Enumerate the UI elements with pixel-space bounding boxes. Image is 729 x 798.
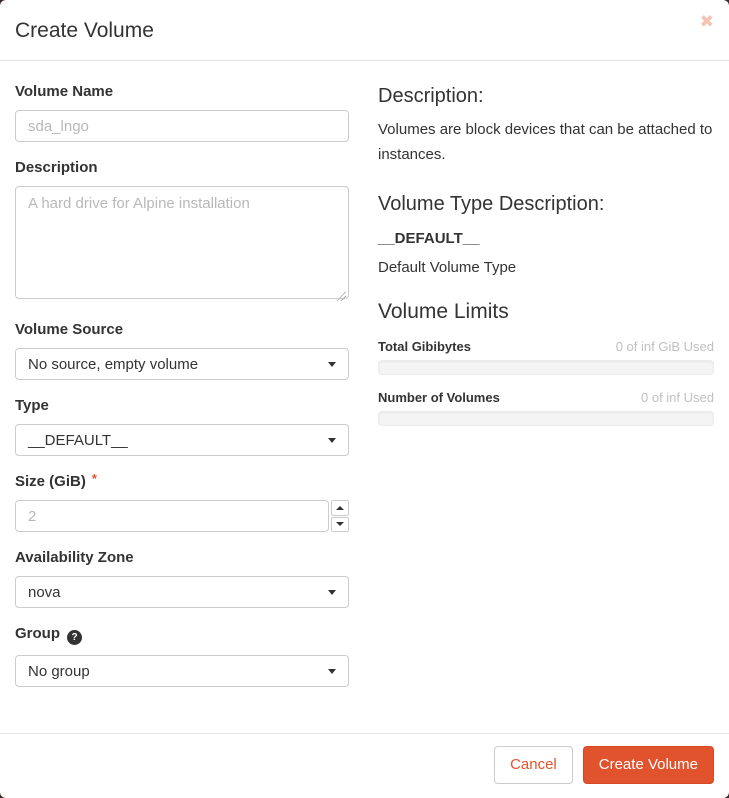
availability-zone-label: Availability Zone: [15, 549, 134, 566]
size-group: Size (GiB) *: [15, 471, 349, 532]
volume-type-description: Default Volume Type: [378, 258, 517, 276]
spinner-up-button[interactable]: [331, 500, 349, 516]
form-column: Volume Name Description Volume Source No…: [15, 83, 349, 733]
chevron-down-icon: [328, 589, 336, 595]
chevron-down-icon: [328, 437, 336, 443]
limit-label: Number of Volumes: [378, 389, 500, 405]
type-group: Type __DEFAULT__: [15, 397, 349, 456]
cancel-button[interactable]: Cancel: [494, 746, 573, 784]
limit-usage: 0 of inf GiB Used: [615, 338, 714, 354]
close-icon[interactable]: ✖: [700, 14, 714, 31]
group-value: No group: [28, 662, 90, 680]
modal-title: Create Volume: [15, 19, 154, 42]
description-label: Description: [15, 159, 98, 176]
volume-limits-heading: Volume Limits: [378, 299, 509, 323]
limit-item-total-gibibytes: Total Gibibytes 0 of inf GiB Used: [378, 339, 714, 375]
spinner-down-button[interactable]: [331, 516, 349, 532]
limit-item-number-of-volumes: Number of Volumes 0 of inf Used: [378, 390, 714, 426]
progress-bar-total-gibibytes: [378, 359, 714, 375]
chevron-down-icon: [328, 361, 336, 367]
arrow-up-icon: [336, 505, 344, 510]
volume-source-value: No source, empty volume: [28, 355, 199, 373]
volume-name-input[interactable]: [15, 110, 349, 142]
modal-body: Volume Name Description Volume Source No…: [0, 61, 729, 733]
limit-usage: 0 of inf Used: [641, 389, 714, 405]
type-value: __DEFAULT__: [28, 431, 128, 449]
volume-type-description-heading: Volume Type Description:: [378, 192, 605, 215]
modal-footer: Cancel Create Volume: [0, 733, 729, 798]
create-volume-button[interactable]: Create Volume: [582, 746, 714, 784]
volume-source-group: Volume Source No source, empty volume: [15, 321, 349, 380]
type-select[interactable]: __DEFAULT__: [15, 424, 349, 456]
volume-source-select[interactable]: No source, empty volume: [15, 348, 349, 380]
arrow-down-icon: [336, 522, 344, 527]
limit-label: Total Gibibytes: [378, 338, 471, 354]
description-text: Volumes are block devices that can be at…: [378, 121, 713, 163]
volume-type-name: __DEFAULT__: [378, 229, 480, 247]
modal-header: Create Volume ✖: [0, 0, 729, 61]
size-label: Size (GiB) *: [15, 471, 97, 490]
size-input[interactable]: [15, 500, 329, 532]
progress-bar-number-of-volumes: [378, 410, 714, 426]
type-label: Type: [15, 397, 49, 414]
group-label: Group?: [15, 625, 349, 645]
description-group: Description: [15, 159, 349, 304]
volume-name-group: Volume Name: [15, 83, 349, 142]
chevron-down-icon: [328, 668, 336, 674]
volume-source-label: Volume Source: [15, 321, 124, 338]
availability-zone-select[interactable]: nova: [15, 576, 349, 608]
availability-zone-value: nova: [28, 583, 61, 601]
help-icon[interactable]: ?: [67, 630, 82, 645]
required-asterisk: *: [91, 471, 97, 486]
info-column: Description: Volumes are block devices t…: [378, 83, 714, 733]
create-volume-modal: Create Volume ✖ Volume Name Description …: [0, 0, 729, 798]
group-select[interactable]: No group: [15, 655, 349, 687]
description-textarea[interactable]: [15, 186, 349, 299]
availability-zone-group: Availability Zone nova: [15, 549, 349, 608]
volume-name-label: Volume Name: [15, 83, 114, 100]
quantity-stepper: [331, 500, 349, 532]
description-heading: Description:: [378, 85, 484, 107]
group-group: Group? No group: [15, 625, 349, 687]
